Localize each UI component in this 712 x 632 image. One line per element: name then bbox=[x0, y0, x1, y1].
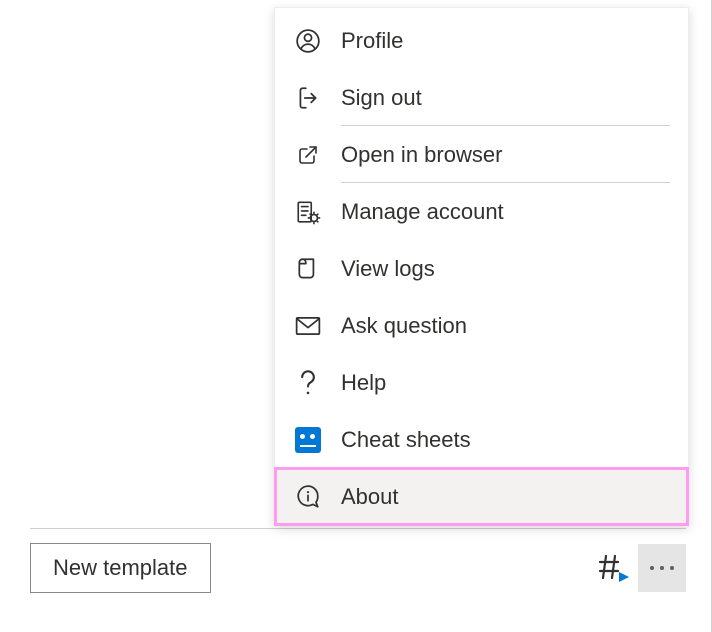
menu-item-label: Help bbox=[341, 370, 386, 396]
profile-icon bbox=[293, 26, 323, 56]
new-template-button[interactable]: New template bbox=[30, 543, 211, 593]
menu-item-sign-out[interactable]: Sign out bbox=[275, 69, 688, 126]
cheat-sheets-icon bbox=[293, 425, 323, 455]
sign-out-icon bbox=[293, 83, 323, 113]
more-button[interactable] bbox=[638, 544, 686, 592]
menu-item-profile[interactable]: Profile bbox=[275, 12, 688, 69]
manage-account-icon bbox=[293, 197, 323, 227]
menu-item-ask-question[interactable]: Ask question bbox=[275, 297, 688, 354]
hash-button[interactable] bbox=[592, 548, 632, 588]
bottom-bar: New template bbox=[30, 543, 686, 593]
ellipsis-icon bbox=[660, 566, 664, 570]
divider bbox=[30, 528, 686, 529]
menu-item-label: Open in browser bbox=[341, 142, 502, 168]
menu-item-help[interactable]: Help bbox=[275, 354, 688, 411]
menu-item-manage-account[interactable]: Manage account bbox=[275, 183, 688, 240]
menu-item-label: About bbox=[341, 484, 399, 510]
new-template-label: New template bbox=[53, 555, 188, 581]
app-stage: New template bbox=[0, 0, 712, 632]
menu-item-label: Ask question bbox=[341, 313, 467, 339]
info-icon bbox=[293, 482, 323, 512]
menu-item-cheat-sheets[interactable]: Cheat sheets bbox=[275, 411, 688, 468]
help-icon bbox=[293, 368, 323, 398]
menu-item-label: View logs bbox=[341, 256, 435, 282]
context-menu: Profile Sign out Open in browser bbox=[274, 7, 689, 526]
view-logs-icon bbox=[293, 254, 323, 284]
hash-icon bbox=[595, 553, 629, 583]
envelope-icon bbox=[293, 311, 323, 341]
menu-item-about[interactable]: About bbox=[275, 468, 688, 525]
menu-item-label: Sign out bbox=[341, 85, 422, 111]
menu-item-view-logs[interactable]: View logs bbox=[275, 240, 688, 297]
external-link-icon bbox=[293, 140, 323, 170]
menu-item-label: Manage account bbox=[341, 199, 504, 225]
menu-item-label: Cheat sheets bbox=[341, 427, 471, 453]
ellipsis-icon bbox=[670, 566, 674, 570]
menu-item-open-browser[interactable]: Open in browser bbox=[275, 126, 688, 183]
menu-item-label: Profile bbox=[341, 28, 403, 54]
ellipsis-icon bbox=[650, 566, 654, 570]
